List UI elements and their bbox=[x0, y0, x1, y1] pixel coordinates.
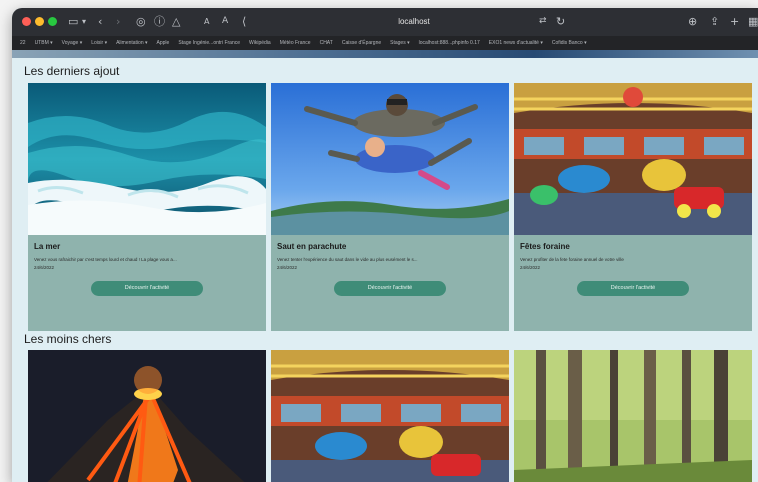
browser-toolbar: ▭ ▾ ‹ › ◎ ⓘ △ A A ⟨ localhost ⇄ ↻ ⊕ ⇪ + … bbox=[12, 8, 758, 36]
discover-activity-button[interactable]: Découvrir l'activité bbox=[334, 281, 446, 296]
card-description: Venez tenter l'expérience du saut dans l… bbox=[277, 257, 418, 262]
reader-icon[interactable]: ⟨ bbox=[242, 15, 246, 28]
translate-icon[interactable]: ⇄ bbox=[539, 15, 547, 28]
browser-window: ▭ ▾ ‹ › ◎ ⓘ △ A A ⟨ localhost ⇄ ↻ ⊕ ⇪ + … bbox=[12, 8, 758, 482]
discover-activity-button[interactable]: Découvrir l'activité bbox=[91, 281, 203, 296]
carousel-image[interactable] bbox=[514, 83, 752, 235]
card-title: Fêtes foraine bbox=[520, 242, 570, 251]
zoom-window-button[interactable] bbox=[48, 17, 57, 26]
favorite-item[interactable]: localhost:888...phpinfo 0.17 bbox=[419, 40, 480, 46]
privacy-report-icon[interactable]: ◎ bbox=[136, 15, 146, 28]
card-date: 24/6/2022 bbox=[277, 265, 298, 270]
favorite-item[interactable]: 22 bbox=[20, 40, 26, 46]
favorite-item[interactable]: Wikipédia bbox=[249, 40, 271, 46]
activity-card: Fêtes foraine Venez profiter de la fete … bbox=[514, 83, 752, 331]
chevron-down-icon[interactable]: ▾ bbox=[82, 15, 86, 28]
card-description: Venez vous rafraichir par c'est temps lo… bbox=[34, 257, 177, 262]
page-content: Les derniers ajout La mer Venez vous raf… bbox=[12, 50, 758, 482]
reload-icon[interactable]: ↻ bbox=[556, 15, 565, 28]
favorite-item[interactable]: Cofidis Banco ▾ bbox=[552, 40, 587, 46]
tab-overview-icon[interactable]: ▦ bbox=[748, 15, 758, 28]
activity-card bbox=[271, 350, 509, 482]
card-title: La mer bbox=[34, 242, 61, 251]
download-icon[interactable]: ⊕ bbox=[688, 15, 697, 28]
card-description: Venez profiter de la fete foraine annuel… bbox=[520, 257, 624, 262]
sidebar-toggle-icon[interactable]: ▭ bbox=[68, 15, 78, 28]
info-icon[interactable]: ⓘ bbox=[154, 15, 165, 28]
activity-card: Saut en parachute Venez tenter l'expérie… bbox=[271, 83, 509, 331]
favorite-item[interactable]: Voyage ▾ bbox=[62, 40, 83, 46]
carousel-image[interactable] bbox=[271, 350, 509, 482]
address-bar[interactable]: localhost bbox=[354, 14, 474, 29]
section-title-latest: Les derniers ajout bbox=[24, 64, 120, 78]
activity-card bbox=[28, 350, 266, 482]
skydiving-image[interactable] bbox=[271, 83, 509, 235]
activity-card: La mer Venez vous rafraichir par c'est t… bbox=[28, 83, 266, 331]
favorites-bar: 22 UTBM ▾ Voyage ▾ Loisir ▾ Alimentation… bbox=[12, 36, 758, 50]
back-arrow-icon[interactable]: ‹ bbox=[98, 15, 102, 28]
favorite-item[interactable]: Stages ▾ bbox=[390, 40, 409, 46]
text-larger-icon[interactable]: A bbox=[222, 15, 228, 28]
activity-card bbox=[514, 350, 752, 482]
cloud-icon[interactable]: △ bbox=[172, 15, 180, 28]
section-title-cheapest: Les moins chers bbox=[24, 332, 112, 346]
minimize-window-button[interactable] bbox=[35, 17, 44, 26]
favorite-item[interactable]: Stage Ingénie...ontri France bbox=[178, 40, 240, 46]
share-icon[interactable]: ⇪ bbox=[710, 15, 719, 28]
favorite-item[interactable]: Météo France bbox=[280, 40, 311, 46]
text-smaller-icon[interactable]: A bbox=[204, 15, 209, 28]
favorite-item[interactable]: Caisse d'Épargne bbox=[342, 40, 381, 46]
ocean-wave-image[interactable] bbox=[28, 83, 266, 235]
favorite-item[interactable]: CHAT bbox=[320, 40, 333, 46]
favorite-item[interactable]: EXO1 news d'actualité ▾ bbox=[489, 40, 543, 46]
card-date: 24/6/2022 bbox=[520, 265, 541, 270]
new-tab-icon[interactable]: + bbox=[730, 15, 739, 28]
close-window-button[interactable] bbox=[22, 17, 31, 26]
favorite-item[interactable]: Apple bbox=[157, 40, 170, 46]
favorite-item[interactable]: UTBM ▾ bbox=[35, 40, 53, 46]
volcano-image[interactable] bbox=[28, 350, 266, 482]
discover-activity-button[interactable]: Découvrir l'activité bbox=[577, 281, 689, 296]
favorite-item[interactable]: Alimentation ▾ bbox=[116, 40, 147, 46]
card-date: 24/6/2022 bbox=[34, 265, 55, 270]
card-title: Saut en parachute bbox=[277, 242, 347, 251]
forward-arrow-icon[interactable]: › bbox=[116, 15, 120, 28]
favorite-item[interactable]: Loisir ▾ bbox=[91, 40, 107, 46]
forest-image[interactable] bbox=[514, 350, 752, 482]
